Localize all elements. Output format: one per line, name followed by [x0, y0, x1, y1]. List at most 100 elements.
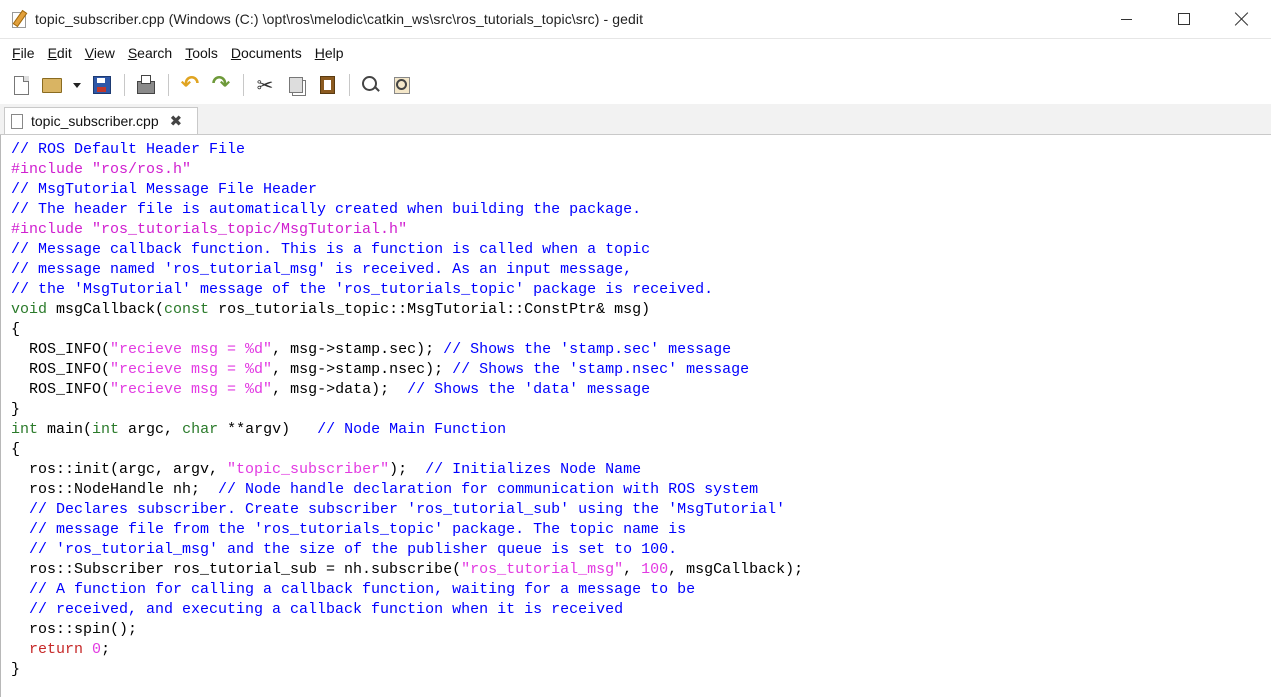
- window-title: topic_subscriber.cpp (Windows (C:) \opt\…: [35, 11, 644, 27]
- tab-label: topic_subscriber.cpp: [31, 113, 159, 129]
- code-line[interactable]: // message file from the 'ros_tutorials_…: [11, 520, 803, 540]
- new-document-button[interactable]: [9, 73, 33, 97]
- code-line[interactable]: // The header file is automatically crea…: [11, 200, 803, 220]
- menu-file[interactable]: File: [6, 45, 41, 61]
- title-bar: topic_subscriber.cpp (Windows (C:) \opt\…: [0, 0, 1271, 39]
- code-text-span: ,: [623, 561, 642, 578]
- code-text-span: ros::spin();: [11, 621, 138, 638]
- document-tabs: topic_subscriber.cpp ✖: [0, 104, 1271, 135]
- code-number: 100: [641, 561, 669, 578]
- find-replace-icon: [394, 76, 410, 94]
- code-line[interactable]: return 0;: [11, 640, 803, 660]
- code-keyword: void: [11, 301, 48, 318]
- code-line[interactable]: // received, and executing a callback fu…: [11, 600, 803, 620]
- code-line[interactable]: {: [11, 440, 803, 460]
- find-button[interactable]: [359, 73, 383, 97]
- code-line[interactable]: #include "ros/ros.h": [11, 160, 803, 180]
- code-text-span: {: [11, 441, 21, 458]
- code-comment: // 'ros_tutorial_msg' and the size of th…: [11, 541, 678, 558]
- code-line[interactable]: }: [11, 660, 803, 680]
- code-keyword: int: [92, 421, 120, 438]
- code-comment: // Shows the 'data' message: [407, 381, 651, 398]
- code-line[interactable]: // MsgTutorial Message File Header: [11, 180, 803, 200]
- chevron-down-icon: [73, 82, 81, 88]
- code-line[interactable]: ros::init(argc, argv, "topic_subscriber"…: [11, 460, 803, 480]
- code-line[interactable]: ros::spin();: [11, 620, 803, 640]
- print-icon: [137, 74, 155, 94]
- code-line[interactable]: #include "ros_tutorials_topic/MsgTutoria…: [11, 220, 803, 240]
- code-comment: // Node Main Function: [317, 421, 507, 438]
- code-comment: // A function for calling a callback fun…: [11, 581, 696, 598]
- code-text-span: main(: [38, 421, 93, 438]
- code-keyword: char: [182, 421, 219, 438]
- code-line[interactable]: // message named 'ros_tutorial_msg' is r…: [11, 260, 803, 280]
- code-keyword-return: return: [29, 641, 84, 658]
- toolbar-separator: [124, 74, 125, 96]
- redo-icon: ↷: [211, 72, 231, 97]
- menu-documents[interactable]: Documents: [225, 45, 308, 61]
- code-number: 0: [92, 641, 102, 658]
- code-string: "recieve msg = %d": [110, 381, 273, 398]
- save-button[interactable]: [90, 73, 114, 97]
- code-line[interactable]: ROS_INFO("recieve msg = %d", msg->data);…: [11, 380, 803, 400]
- code-string: "topic_subscriber": [227, 461, 390, 478]
- code-text-span: ROS_INFO(: [11, 341, 111, 358]
- menu-bar: File Edit View Search Tools Documents He…: [0, 39, 1271, 66]
- menu-edit[interactable]: Edit: [42, 45, 78, 61]
- code-text-span: ROS_INFO(: [11, 381, 111, 398]
- code-keyword: int: [11, 421, 39, 438]
- undo-button[interactable]: ↶: [178, 73, 202, 97]
- code-text-span: **argv): [218, 421, 318, 438]
- code-string: "recieve msg = %d": [110, 341, 273, 358]
- code-line[interactable]: ROS_INFO("recieve msg = %d", msg->stamp.…: [11, 340, 803, 360]
- code-text-span: }: [11, 661, 21, 678]
- code-text-span: , msg->data);: [272, 381, 408, 398]
- menu-tools[interactable]: Tools: [179, 45, 224, 61]
- copy-icon: [289, 77, 303, 93]
- code-line[interactable]: // the 'MsgTutorial' message of the 'ros…: [11, 280, 803, 300]
- code-line[interactable]: // Message callback function. This is a …: [11, 240, 803, 260]
- code-line[interactable]: {: [11, 320, 803, 340]
- code-line[interactable]: ros::Subscriber ros_tutorial_sub = nh.su…: [11, 560, 803, 580]
- code-line[interactable]: int main(int argc, char **argv) // Node …: [11, 420, 803, 440]
- code-text-span: , msgCallback);: [668, 561, 804, 578]
- code-text-span: ros::Subscriber ros_tutorial_sub = nh.su…: [11, 561, 462, 578]
- code-text-span: [83, 641, 92, 658]
- paste-icon: [319, 76, 335, 94]
- toolbar-separator: [243, 74, 244, 96]
- code-text-span: ROS_INFO(: [11, 361, 111, 378]
- code-line[interactable]: void msgCallback(const ros_tutorials_top…: [11, 300, 803, 320]
- code-string: "ros_tutorial_msg": [461, 561, 624, 578]
- maximize-button[interactable]: [1155, 0, 1213, 38]
- close-tab-icon[interactable]: ✖: [170, 112, 183, 130]
- print-button[interactable]: [134, 73, 158, 97]
- cut-button[interactable]: ✂: [253, 73, 277, 97]
- close-button[interactable]: [1213, 0, 1271, 38]
- search-icon: [362, 76, 377, 91]
- open-recent-button[interactable]: [71, 73, 83, 97]
- code-line[interactable]: // 'ros_tutorial_msg' and the size of th…: [11, 540, 803, 560]
- code-line[interactable]: ROS_INFO("recieve msg = %d", msg->stamp.…: [11, 360, 803, 380]
- menu-help[interactable]: Help: [309, 45, 350, 61]
- code-comment: // Node handle declaration for communica…: [218, 481, 759, 498]
- code-line[interactable]: // Declares subscriber. Create subscribe…: [11, 500, 803, 520]
- code-line[interactable]: // A function for calling a callback fun…: [11, 580, 803, 600]
- code-line[interactable]: ros::NodeHandle nh; // Node handle decla…: [11, 480, 803, 500]
- code-editor[interactable]: // ROS Default Header File #include "ros/…: [0, 135, 1271, 697]
- code-line[interactable]: // ROS Default Header File: [11, 140, 803, 160]
- paste-button[interactable]: [315, 73, 339, 97]
- find-replace-button[interactable]: [390, 73, 414, 97]
- code-keyword: const: [164, 301, 210, 318]
- menu-search[interactable]: Search: [122, 45, 178, 61]
- code-text[interactable]: // ROS Default Header File #include "ros/…: [11, 140, 803, 680]
- redo-button[interactable]: ↷: [209, 73, 233, 97]
- code-line[interactable]: }: [11, 400, 803, 420]
- tab-topic-subscriber[interactable]: topic_subscriber.cpp ✖: [4, 107, 198, 134]
- open-button[interactable]: [40, 73, 64, 97]
- menu-view[interactable]: View: [79, 45, 121, 61]
- copy-button[interactable]: [284, 73, 308, 97]
- code-text-span: ros::NodeHandle nh;: [11, 481, 219, 498]
- code-string: "recieve msg = %d": [110, 361, 273, 378]
- code-comment: // message file from the 'ros_tutorials_…: [11, 521, 687, 538]
- minimize-button[interactable]: [1097, 0, 1155, 38]
